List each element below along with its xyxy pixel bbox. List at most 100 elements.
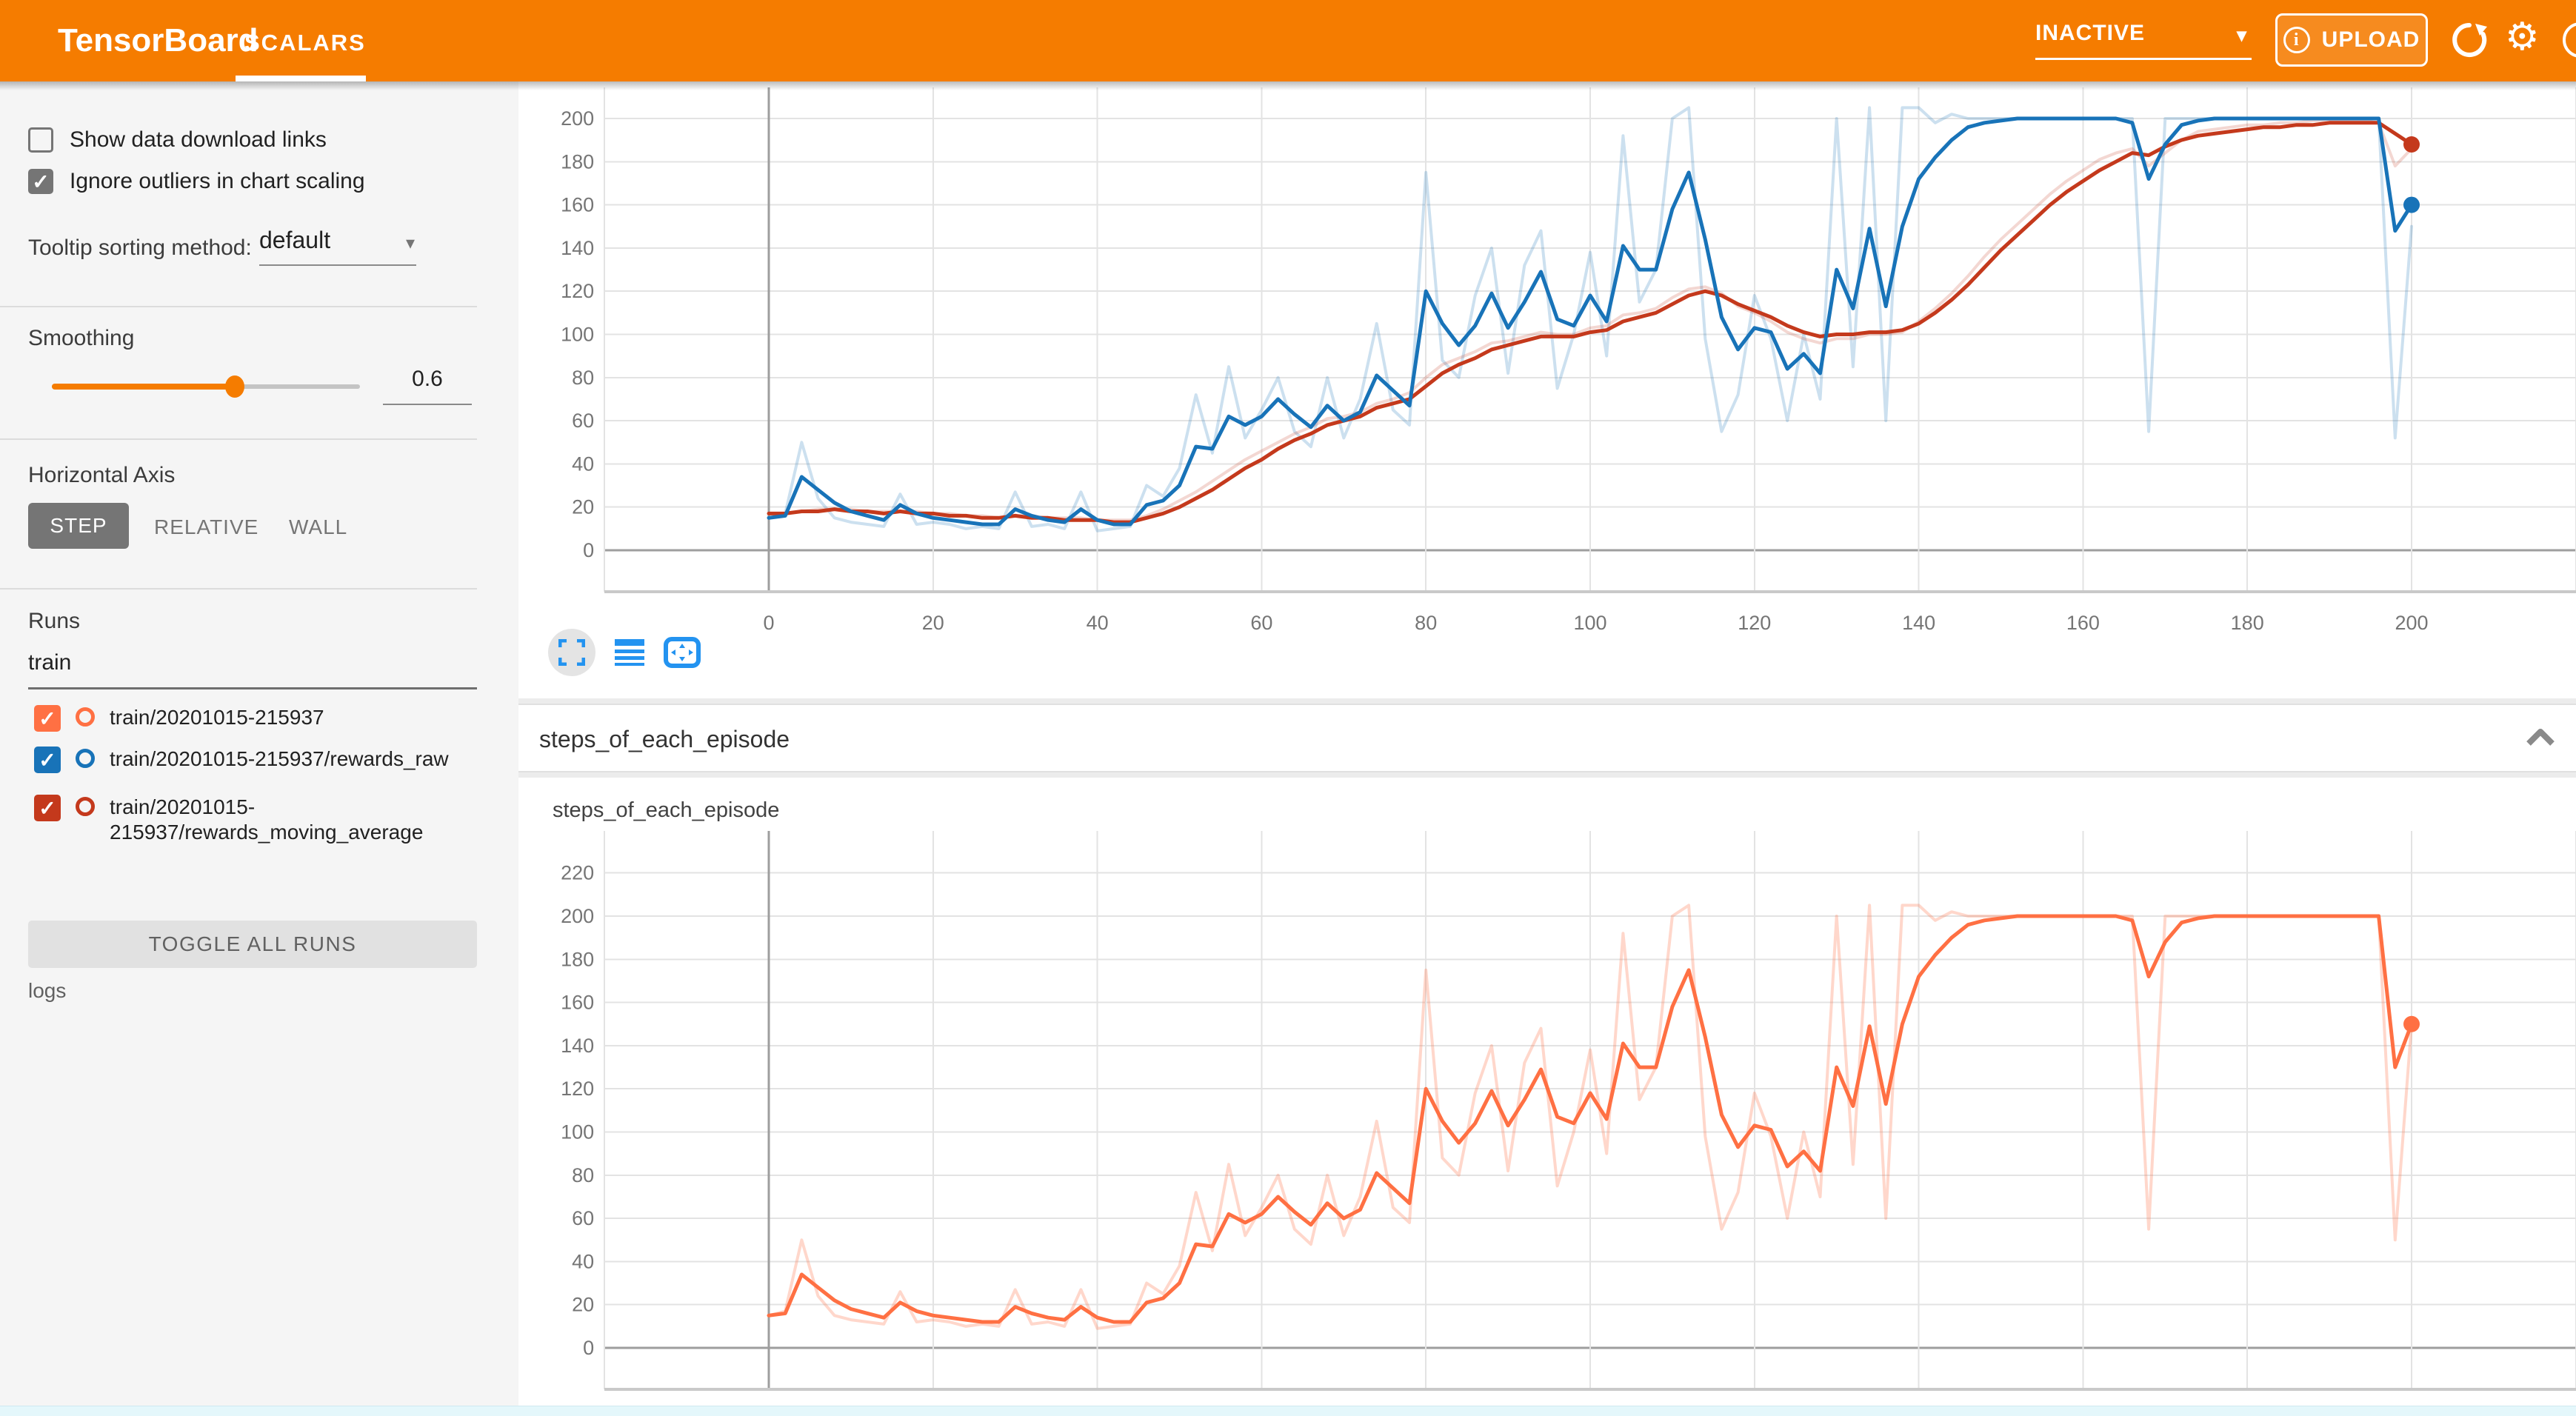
- next-card-edge: [0, 1406, 2576, 1416]
- svg-text:200: 200: [561, 905, 594, 927]
- run-label: train/20201015-215937/rewards_raw: [110, 747, 484, 773]
- show-download-links-row[interactable]: Show data download links: [28, 127, 327, 153]
- svg-text:160: 160: [561, 992, 594, 1014]
- svg-text:20: 20: [922, 612, 944, 634]
- axis-step-button[interactable]: STEP: [28, 503, 129, 549]
- svg-text:140: 140: [561, 237, 594, 259]
- section-title: steps_of_each_episode: [539, 726, 790, 753]
- svg-text:20: 20: [572, 496, 594, 518]
- settings-gear-icon[interactable]: ⚙: [2505, 15, 2540, 59]
- chart-title: steps_of_each_episode: [553, 798, 779, 823]
- app-header: TensorBoard SCALARS INACTIVE ▾ i UPLOAD …: [0, 0, 2576, 81]
- svg-text:140: 140: [1902, 612, 1935, 634]
- chevron-down-icon: ▾: [406, 233, 415, 254]
- run-row[interactable]: ✓ train/20201015-215937: [34, 705, 484, 732]
- upload-button[interactable]: i UPLOAD: [2275, 13, 2428, 67]
- run-color-ring[interactable]: [76, 707, 95, 727]
- svg-text:80: 80: [572, 367, 594, 389]
- steps-chart-plot[interactable]: 0 20 40 60 80 100 120 140 160 180 200 220: [518, 778, 2576, 1416]
- svg-text:180: 180: [561, 948, 594, 970]
- svg-text:20: 20: [572, 1294, 594, 1316]
- divider: [0, 438, 477, 440]
- show-download-links-label: Show data download links: [70, 127, 327, 153]
- horizontal-axis-label: Horizontal Axis: [28, 463, 175, 488]
- toggle-all-runs-button[interactable]: TOGGLE ALL RUNS: [28, 921, 477, 968]
- status-dropdown-value: INACTIVE: [2035, 21, 2145, 45]
- tooltip-sorting-select[interactable]: default ▾: [259, 227, 416, 266]
- refresh-icon[interactable]: [2450, 21, 2489, 59]
- run-row[interactable]: ✓ train/20201015-215937/rewards_raw: [34, 747, 484, 773]
- svg-text:0: 0: [583, 1337, 594, 1359]
- view-data-table-icon[interactable]: [615, 639, 644, 666]
- svg-text:200: 200: [2395, 612, 2428, 634]
- divider: [0, 306, 477, 307]
- runs-filter-value: train: [28, 650, 71, 675]
- ignore-outliers-checkbox[interactable]: ✓: [28, 169, 53, 194]
- svg-text:80: 80: [572, 1164, 594, 1186]
- svg-text:140: 140: [561, 1035, 594, 1057]
- runs-label: Runs: [28, 609, 80, 634]
- svg-text:100: 100: [561, 324, 594, 346]
- axis-wall-button[interactable]: WALL: [289, 515, 347, 539]
- svg-text:60: 60: [572, 1207, 594, 1229]
- runs-filter-input[interactable]: train: [28, 650, 477, 689]
- smoothing-slider-handle[interactable]: [225, 375, 244, 398]
- svg-text:40: 40: [572, 1250, 594, 1272]
- tab-scalars[interactable]: SCALARS: [244, 30, 366, 56]
- tooltip-sorting-label: Tooltip sorting method:: [28, 236, 252, 261]
- rewards-chart-plot[interactable]: 0 20 40 60 80 100 120 140 160 180 200 0 20 40 60 80 100 1…: [518, 81, 2576, 698]
- run-label: train/20201015-215937/rewards_moving_ave…: [110, 795, 484, 845]
- rewards-chart-card: 0 20 40 60 80 100 120 140 160 180 200 0 20 40 60 80 100 1…: [518, 81, 2576, 698]
- svg-text:120: 120: [561, 280, 594, 302]
- svg-text:120: 120: [1738, 612, 1771, 634]
- smoothing-value: 0.6: [412, 367, 443, 391]
- ignore-outliers-label: Ignore outliers in chart scaling: [70, 169, 365, 194]
- svg-text:0: 0: [583, 539, 594, 561]
- upload-button-label: UPLOAD: [2322, 27, 2420, 53]
- svg-text:160: 160: [2066, 612, 2100, 634]
- axis-relative-button[interactable]: RELATIVE: [154, 515, 258, 539]
- run-color-ring[interactable]: [76, 749, 95, 768]
- expand-chart-icon[interactable]: [548, 629, 595, 676]
- section-header[interactable]: steps_of_each_episode: [518, 704, 2576, 772]
- fit-domain-to-data-icon[interactable]: [664, 637, 701, 668]
- svg-text:180: 180: [561, 150, 594, 173]
- smoothing-label: Smoothing: [28, 326, 134, 351]
- info-icon: i: [2283, 27, 2310, 53]
- smoothing-value-input[interactable]: 0.6: [383, 367, 472, 405]
- help-icon[interactable]: [2563, 22, 2576, 58]
- status-dropdown[interactable]: INACTIVE ▾: [2035, 21, 2252, 60]
- svg-text:40: 40: [1087, 612, 1109, 634]
- app-title: TensorBoard: [58, 22, 258, 59]
- run-checkbox[interactable]: ✓: [34, 747, 61, 773]
- run-checkbox[interactable]: ✓: [34, 705, 61, 732]
- tooltip-sorting-value: default: [259, 227, 330, 253]
- svg-text:200: 200: [561, 107, 594, 130]
- svg-text:60: 60: [1250, 612, 1272, 634]
- show-download-links-checkbox[interactable]: [28, 127, 53, 153]
- run-label: train/20201015-215937: [110, 705, 484, 732]
- divider: [0, 588, 477, 590]
- svg-text:160: 160: [561, 194, 594, 216]
- ignore-outliers-row[interactable]: ✓ Ignore outliers in chart scaling: [28, 169, 365, 194]
- svg-text:60: 60: [572, 410, 594, 432]
- run-checkbox[interactable]: ✓: [34, 795, 61, 821]
- svg-text:40: 40: [572, 452, 594, 475]
- collapse-section-icon[interactable]: [2526, 729, 2555, 747]
- svg-text:120: 120: [561, 1078, 594, 1100]
- smoothing-slider-fill: [52, 384, 236, 390]
- svg-text:80: 80: [1415, 612, 1437, 634]
- logs-label: logs: [28, 979, 66, 1003]
- settings-sidebar: Show data download links ✓ Ignore outlie…: [0, 81, 518, 1416]
- chart-toolbar: [548, 626, 701, 679]
- svg-text:100: 100: [561, 1121, 594, 1143]
- steps-chart-card: steps_of_each_episode 0 20 40 60 80 100 120 140…: [518, 778, 2576, 1416]
- run-row[interactable]: ✓ train/20201015-215937/rewards_moving_a…: [34, 795, 484, 845]
- header-shadow: [0, 81, 2576, 90]
- svg-text:0: 0: [763, 612, 774, 634]
- svg-text:220: 220: [561, 862, 594, 884]
- chevron-down-icon: ▾: [2237, 24, 2247, 47]
- svg-text:100: 100: [1573, 612, 1606, 634]
- run-color-ring[interactable]: [76, 797, 95, 816]
- svg-text:180: 180: [2231, 612, 2264, 634]
